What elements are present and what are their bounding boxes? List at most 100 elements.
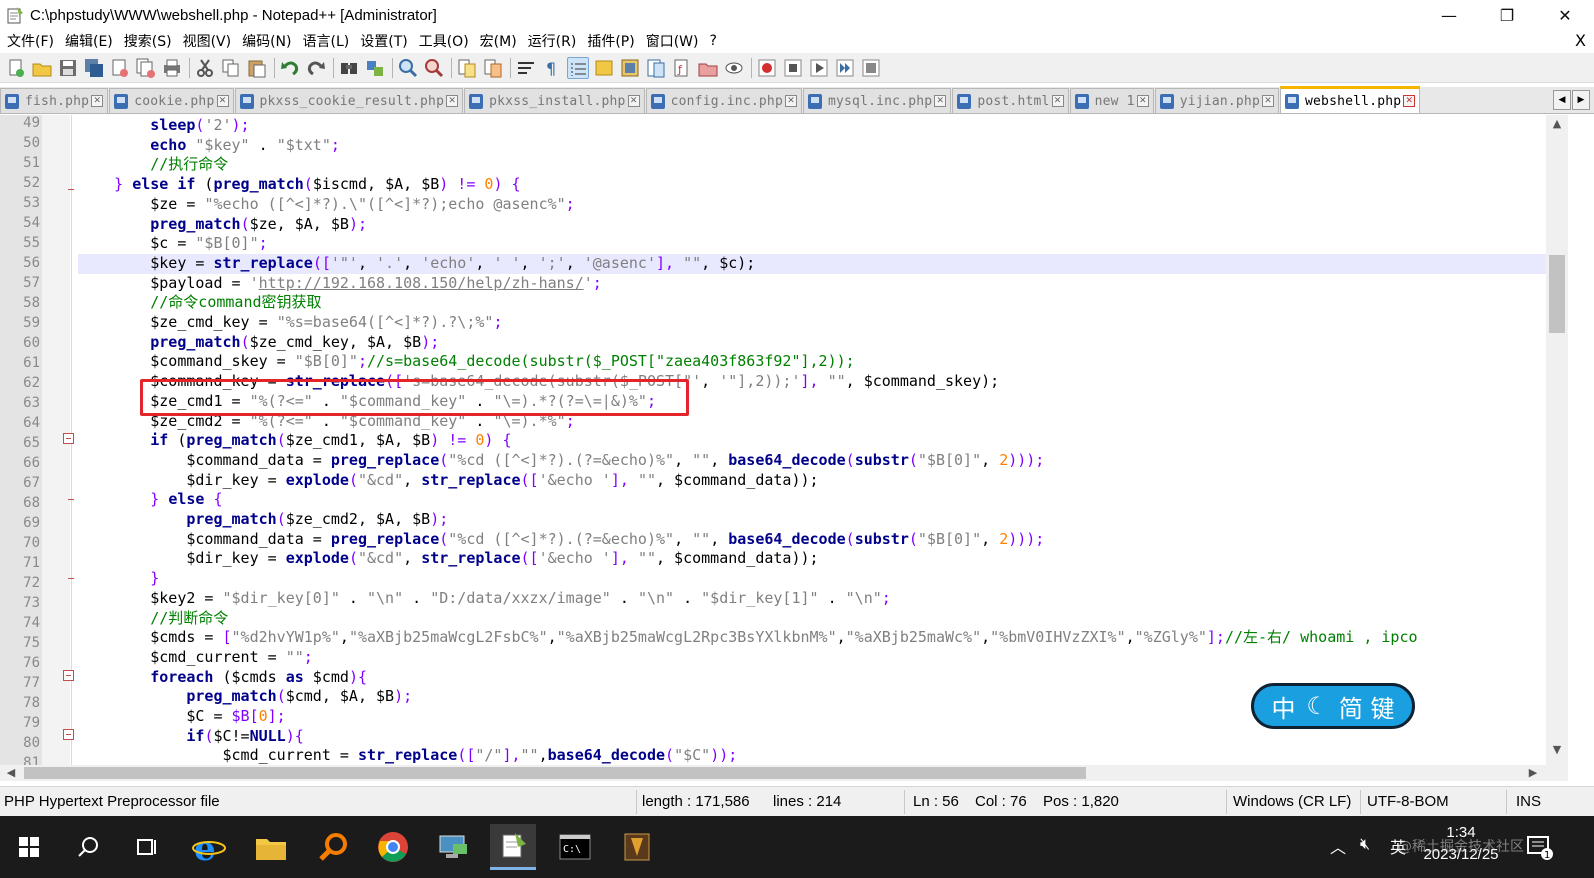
code-line[interactable]: preg_match($ze_cmd_key, $A, $B); [78, 332, 439, 352]
tab-pkxss-install-php[interactable]: pkxss_install.php ✕ [464, 88, 645, 113]
document-map-icon[interactable] [619, 57, 641, 79]
menu-run[interactable]: 运行(R) [528, 31, 577, 51]
menu-tools[interactable]: 工具(O) [419, 31, 469, 51]
fold-collapse-icon[interactable] [63, 729, 74, 740]
sync-vertical-icon[interactable] [456, 57, 478, 79]
new-file-icon[interactable] [5, 57, 27, 79]
scroll-left-icon[interactable]: ◀ [2, 765, 20, 781]
zoom-in-icon[interactable] [397, 57, 419, 79]
task-view-icon[interactable] [124, 824, 170, 870]
play-macro-icon[interactable] [808, 57, 830, 79]
tab-close-icon[interactable]: ✕ [1403, 95, 1416, 107]
ime-indicator[interactable]: 中 ☾ 简 键 [1251, 683, 1415, 729]
close-button[interactable]: ✕ [1536, 0, 1594, 30]
menu-window[interactable]: 窗口(W) [646, 31, 699, 51]
close-file-icon[interactable] [109, 57, 131, 79]
menu-encoding[interactable]: 编码(N) [242, 31, 291, 51]
tab-close-icon[interactable]: ✕ [1136, 95, 1149, 107]
horizontal-scroll-thumb[interactable] [24, 767, 1086, 779]
run-macro-multiple-icon[interactable] [834, 57, 856, 79]
code-line[interactable]: //执行命令 [78, 154, 228, 174]
horizontal-scrollbar[interactable]: ◀ ▶ [0, 765, 1568, 781]
tray-chevron-up-icon[interactable]: ︿ [1330, 834, 1346, 858]
code-line[interactable]: echo "$key" . "$txt"; [78, 135, 340, 155]
chrome-icon[interactable] [370, 824, 416, 870]
code-line[interactable]: preg_match($ze, $A, $B); [78, 214, 367, 234]
tab-yijian-php[interactable]: yijian.php ✕ [1154, 88, 1279, 113]
search-icon[interactable] [66, 824, 112, 870]
maximize-button[interactable]: ❐ [1478, 0, 1536, 30]
code-line[interactable]: preg_match($cmd, $A, $B); [78, 686, 412, 706]
sync-horizontal-icon[interactable] [482, 57, 504, 79]
undo-icon[interactable] [279, 57, 301, 79]
word-wrap-icon[interactable] [515, 57, 537, 79]
menu-edit[interactable]: 编辑(E) [65, 31, 113, 51]
code-line[interactable]: $key2 = "$dir_key[0]" . "\n" . "D:/data/… [78, 588, 891, 608]
status-insert-mode[interactable]: INS [1516, 793, 1541, 810]
tab-new-1[interactable]: new 1 ✕ [1069, 88, 1154, 113]
code-editor[interactable]: 49 50 51 52 53 54 55 56 57 58 59 60 61 6… [0, 115, 1594, 779]
tab-close-icon[interactable]: ✕ [216, 95, 229, 107]
code-line[interactable]: foreach ($cmds as $cmd){ [78, 667, 367, 687]
record-macro-icon[interactable] [756, 57, 778, 79]
vertical-scroll-thumb[interactable] [1549, 255, 1565, 333]
tab-scroll-left-icon[interactable]: ◀ [1553, 90, 1571, 110]
code-line[interactable]: } else { [78, 489, 222, 509]
remote-desktop-icon[interactable] [430, 824, 476, 870]
minimize-button[interactable]: — [1420, 0, 1478, 30]
notepadpp-taskbar-icon[interactable] [490, 824, 536, 870]
scroll-down-icon[interactable]: ▼ [1546, 741, 1568, 759]
code-line[interactable]: $ze_cmd_key = "%s=base64([^<]*?).?\;%"; [78, 312, 502, 332]
open-file-icon[interactable] [31, 57, 53, 79]
code-line[interactable]: if($C!=NULL){ [78, 726, 303, 746]
code-line[interactable]: $c = "$B[0]"; [78, 233, 267, 253]
cut-icon[interactable] [194, 57, 216, 79]
game-app-icon[interactable] [614, 824, 660, 870]
search-tool-icon[interactable] [310, 824, 356, 870]
tab-post-html[interactable]: post.html ✕ [952, 88, 1069, 113]
code-line[interactable]: $ze = "%echo ([^<]*?).\"([^<]*?);echo @a… [78, 194, 574, 214]
code-line[interactable]: $cmds = ["%d2hvYW1p%","%aXBjb25maWcgL2Fs… [78, 627, 1417, 647]
status-eol[interactable]: Windows (CR LF) [1233, 793, 1351, 810]
code-line[interactable]: preg_match($ze_cmd2, $A, $B); [78, 509, 448, 529]
save-macro-icon[interactable] [860, 57, 882, 79]
tab-scroll-right-icon[interactable]: ▶ [1572, 90, 1590, 110]
indent-guide-icon[interactable] [567, 56, 589, 79]
code-line[interactable]: $key = str_replace(['"', '.', 'echo', ' … [78, 253, 755, 273]
code-text-area[interactable]: sleep('2'); echo "$key" . "$txt"; //执行命令… [78, 115, 1568, 779]
tab-mysql-inc-php[interactable]: mysql.inc.php ✕ [802, 88, 952, 113]
paste-icon[interactable] [246, 57, 268, 79]
code-line[interactable]: $C = $B[0]; [78, 706, 285, 726]
tab-close-icon[interactable]: ✕ [446, 95, 459, 107]
code-line[interactable]: $command_data = preg_replace("%cd ([^<]*… [78, 529, 1044, 549]
code-line[interactable]: $dir_key = explode("&cd", str_replace(['… [78, 548, 818, 568]
file-explorer-icon[interactable] [248, 824, 294, 870]
redo-icon[interactable] [305, 57, 327, 79]
tab-config-inc-php[interactable]: config.inc.php ✕ [645, 88, 802, 113]
start-windows-icon[interactable] [6, 824, 52, 870]
tab-close-icon[interactable]: ✕ [784, 95, 797, 107]
show-all-chars-icon[interactable]: ¶ [541, 57, 563, 79]
menu-file[interactable]: 文件(F) [7, 31, 54, 51]
menu-language[interactable]: 语言(L) [303, 31, 350, 51]
code-line[interactable]: } [78, 568, 159, 588]
code-line[interactable]: $command_skey = "$B[0]";//s=base64_decod… [78, 351, 854, 371]
replace-icon[interactable] [364, 57, 386, 79]
close-document-button[interactable]: X [1575, 31, 1586, 50]
tab-pkxss-cookie-result-php[interactable]: pkxss_cookie_result.php ✕ [234, 88, 464, 113]
menu-settings[interactable]: 设置(T) [360, 31, 407, 51]
volume-muted-icon[interactable]: 🔇︎ [1360, 834, 1370, 854]
menu-plugins[interactable]: 插件(P) [587, 31, 634, 51]
tab-close-icon[interactable]: ✕ [934, 95, 947, 107]
print-icon[interactable] [161, 57, 183, 79]
folder-workspace-icon[interactable]: ƒ [671, 57, 693, 79]
vertical-scrollbar[interactable]: ▲ ▼ [1546, 115, 1568, 779]
code-line[interactable]: //判断命令 [78, 608, 228, 628]
code-line[interactable]: $dir_key = explode("&cd", str_replace(['… [78, 470, 818, 490]
code-line[interactable]: $payload = 'http://192.168.108.150/help/… [78, 273, 602, 293]
tab-close-icon[interactable]: ✕ [91, 95, 104, 107]
menu-macro[interactable]: 宏(M) [480, 31, 517, 51]
user-language-icon[interactable] [593, 57, 615, 79]
copy-icon[interactable] [220, 57, 242, 79]
tab-webshell-php[interactable]: webshell.php ✕ [1280, 86, 1421, 113]
